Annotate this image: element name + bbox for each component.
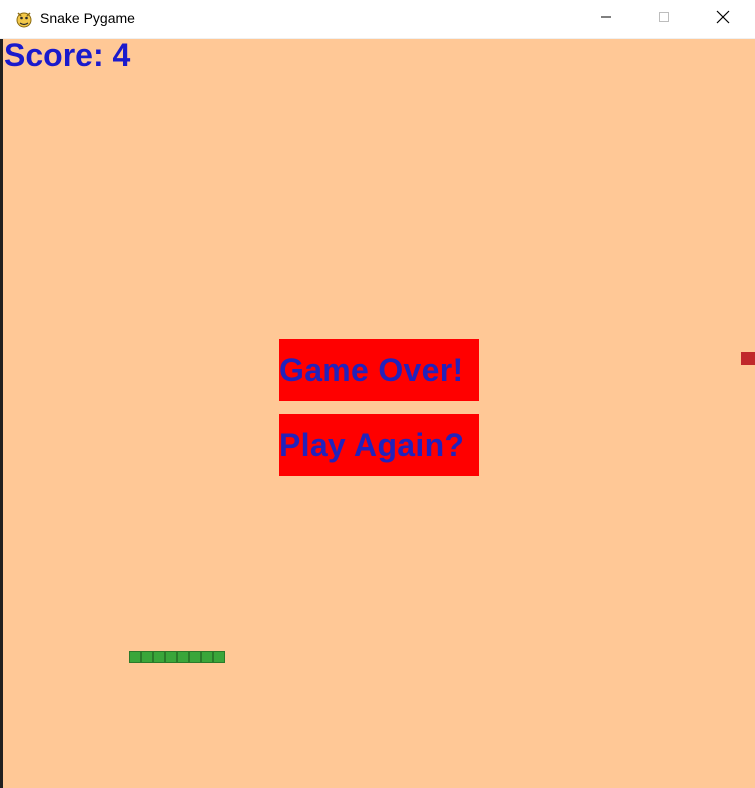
snake-segment bbox=[129, 651, 141, 663]
snake-segment bbox=[189, 651, 201, 663]
close-button[interactable] bbox=[700, 0, 746, 38]
snake bbox=[129, 651, 225, 663]
game-canvas[interactable]: Score: 4 Game Over! Play Again? bbox=[3, 39, 755, 788]
minimize-icon bbox=[600, 10, 612, 28]
snake-segment bbox=[177, 651, 189, 663]
food-pellet bbox=[741, 352, 755, 365]
game-window: Snake Pygame Score: 4 Game Over! Play Ag… bbox=[0, 0, 755, 788]
title-bar[interactable]: Snake Pygame bbox=[0, 0, 755, 39]
minimize-button[interactable] bbox=[583, 0, 629, 38]
pygame-snake-icon bbox=[14, 9, 34, 29]
window-title: Snake Pygame bbox=[40, 10, 135, 26]
game-over-text: Game Over! bbox=[279, 351, 464, 388]
maximize-button[interactable] bbox=[641, 0, 687, 38]
close-icon bbox=[716, 10, 730, 29]
snake-segment bbox=[153, 651, 165, 663]
snake-segment bbox=[213, 651, 225, 663]
snake-segment bbox=[201, 651, 213, 663]
maximize-icon bbox=[658, 10, 670, 28]
snake-segment bbox=[165, 651, 177, 663]
play-again-text: Play Again? bbox=[279, 426, 465, 463]
score-label: Score: 4 bbox=[4, 39, 131, 73]
snake-segment bbox=[141, 651, 153, 663]
game-over-banner: Game Over! bbox=[279, 339, 479, 401]
play-again-button[interactable]: Play Again? bbox=[279, 414, 479, 476]
